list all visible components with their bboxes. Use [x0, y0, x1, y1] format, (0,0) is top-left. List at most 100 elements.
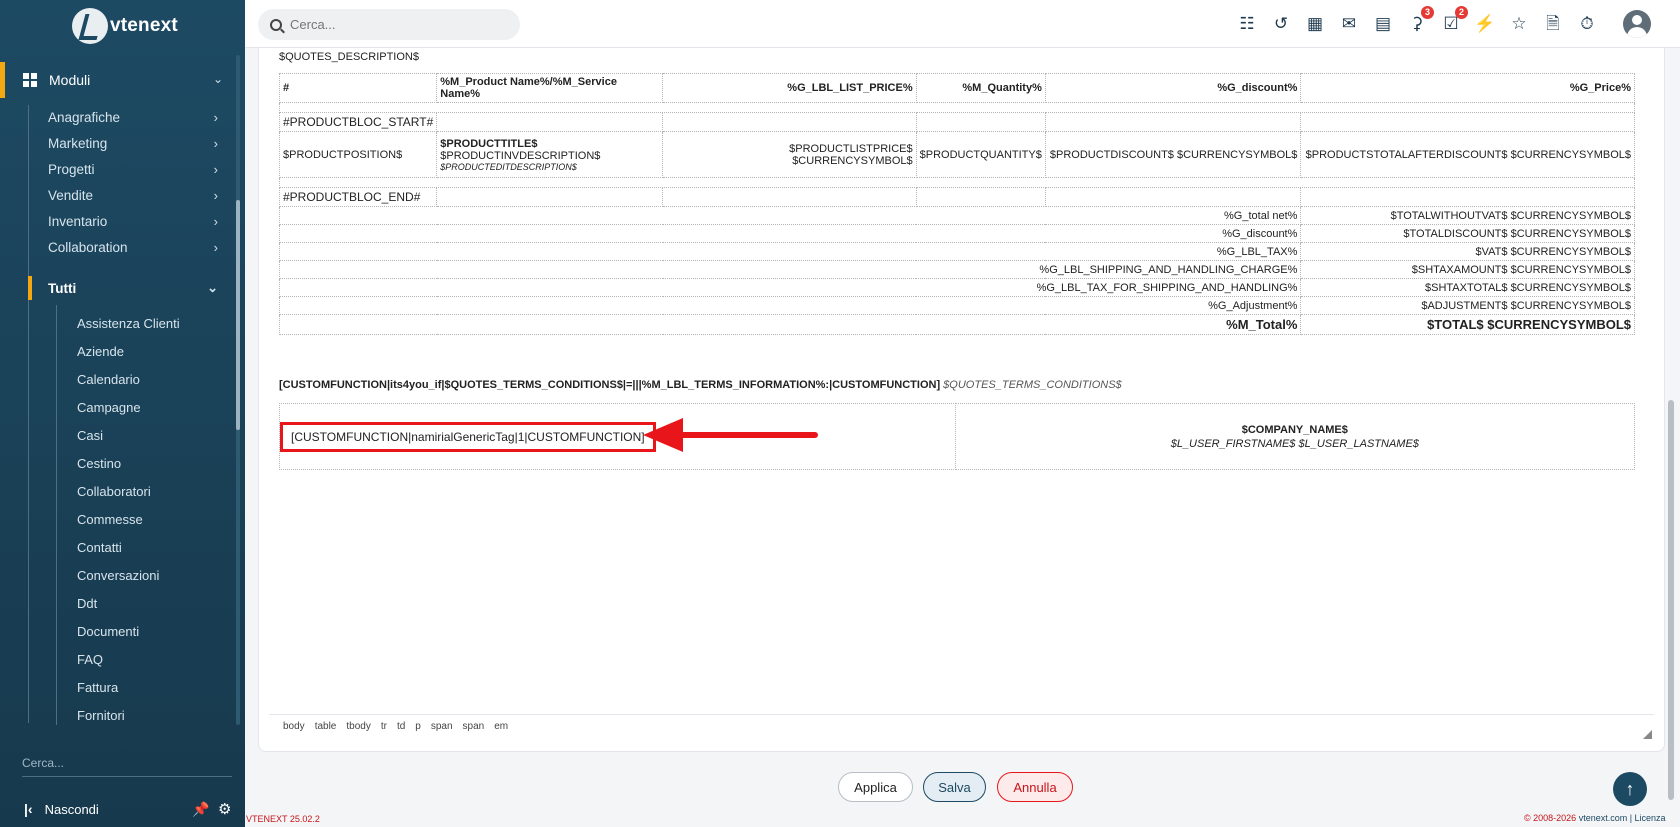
grand-total-value[interactable]: $TOTAL$ $CURRENCYSYMBOL$ [1300, 314, 1635, 335]
sidebar-scrollbar-thumb[interactable] [236, 200, 240, 430]
path-element[interactable]: em [494, 721, 508, 732]
product-total-cell[interactable]: $PRODUCTSTOTALAFTERDISCOUNT$ $CURRENCYSY… [1300, 131, 1635, 178]
sidebar-subitem[interactable]: Aziende [77, 340, 124, 362]
product-discount-cell[interactable]: $PRODUCTDISCOUNT$ $CURRENCYSYMBOL$ [1044, 131, 1302, 178]
path-element[interactable]: span [463, 721, 485, 732]
chat-icon[interactable]: ▤ [1372, 13, 1394, 35]
moduli-section-header[interactable]: Moduli ⌄ [0, 62, 245, 98]
total-label[interactable]: %G_LBL_TAX% [278, 242, 1302, 261]
grand-total-label[interactable]: %M_Total% [278, 314, 1302, 335]
signature-table[interactable]: [CUSTOMFUNCTION|namirialGenericTag|1|CUS… [279, 403, 1636, 470]
header-cell[interactable]: %G_discount% [1044, 73, 1302, 103]
sidebar-item-marketing[interactable]: Marketing › [48, 131, 218, 155]
sidebar-subitem[interactable]: Commesse [77, 508, 143, 530]
sitemap-icon[interactable]: ☷ [1236, 13, 1258, 35]
sidebar-subitem[interactable]: FAQ [77, 648, 103, 670]
terms-conditions-line[interactable]: [CUSTOMFUNCTION|its4you_if|$QUOTES_TERMS… [279, 379, 1122, 391]
path-element[interactable]: p [415, 721, 421, 732]
bloc-end-cell[interactable]: #PRODUCTBLOC_END# [278, 187, 438, 207]
template-editor[interactable]: $QUOTES_DESCRIPTION$ # %M_Product Name%/… [258, 48, 1665, 752]
sidebar-subitem[interactable]: Documenti [77, 620, 139, 642]
bloc-start-cell[interactable]: #PRODUCTBLOC_START# [278, 112, 438, 132]
collapse-sidebar-icon[interactable]: |‹ [24, 801, 33, 817]
scroll-to-top-icon[interactable]: ↑ [1613, 772, 1647, 806]
hide-sidebar-button[interactable]: Nascondi [45, 802, 99, 817]
sidebar-subitem[interactable]: Ddt [77, 592, 97, 614]
total-label[interactable]: %G_total net% [278, 206, 1302, 225]
total-value[interactable]: $VAT$ $CURRENCYSYMBOL$ [1300, 242, 1635, 261]
product-title-cell[interactable]: $PRODUCTTITLE$ $PRODUCTINVDESCRIPTION$ $… [436, 131, 664, 178]
total-label[interactable]: %G_discount% [278, 224, 1302, 243]
total-label[interactable]: %G_LBL_SHIPPING_AND_HANDLING_CHARGE% [278, 260, 1302, 279]
product-list-price-cell[interactable]: $PRODUCTLISTPRICE$ $CURRENCYSYMBOL$ [662, 131, 917, 178]
cancel-button[interactable]: Annulla [997, 772, 1073, 802]
custom-function-cell[interactable]: [CUSTOMFUNCTION|namirialGenericTag|1|CUS… [279, 403, 956, 470]
calendar-icon[interactable]: ▦ [1304, 13, 1326, 35]
path-element[interactable]: td [397, 721, 405, 732]
sidebar-item-vendite[interactable]: Vendite › [48, 183, 218, 207]
apply-button[interactable]: Applica [838, 772, 913, 802]
document-icon[interactable]: 🗎 [1542, 13, 1564, 35]
total-label[interactable]: %G_LBL_TAX_FOR_SHIPPING_AND_HANDLING% [278, 278, 1302, 297]
sidebar-subitem[interactable]: Contatti [77, 536, 122, 558]
sidebar-subitem[interactable]: Fattura [77, 676, 118, 698]
header-cell[interactable]: # [278, 73, 438, 103]
sidebar-item-progetti[interactable]: Progetti › [48, 157, 218, 181]
header-cell[interactable]: %M_Product Name%/%M_Service Name% [436, 73, 664, 103]
company-signature-cell[interactable]: $COMPANY_NAME$ $L_USER_FIRSTNAME$ $L_USE… [954, 403, 1636, 470]
page-scrollbar[interactable] [1668, 400, 1674, 800]
sidebar-subitem[interactable]: Fornitori [77, 704, 125, 726]
sidebar-item-collaboration[interactable]: Collaboration › [48, 235, 218, 259]
sidebar-search-input[interactable]: Cerca... [22, 756, 232, 777]
copyright-text: © 2008-2026 [1524, 813, 1577, 823]
todo-check-icon[interactable]: ☑ 2 [1440, 6, 1468, 35]
total-value[interactable]: $SHTAXTOTAL$ $CURRENCYSYMBOL$ [1300, 278, 1635, 297]
sidebar-subitem[interactable]: Collaboratori [77, 480, 151, 502]
sidebar-subitem[interactable]: Calendario [77, 368, 140, 390]
resize-handle-icon[interactable] [1643, 730, 1652, 739]
sidebar-subitem[interactable]: Campagne [77, 396, 141, 418]
search-input[interactable] [290, 17, 490, 32]
pin-icon[interactable]: 📌 [192, 801, 209, 818]
products-table[interactable]: # %M_Product Name%/%M_Service Name% %G_L… [278, 73, 1635, 335]
total-value[interactable]: $TOTALDISCOUNT$ $CURRENCYSYMBOL$ [1300, 224, 1635, 243]
highlighted-custom-function: [CUSTOMFUNCTION|namirialGenericTag|1|CUS… [280, 421, 656, 452]
header-cell[interactable]: %M_Quantity% [915, 73, 1046, 103]
path-element[interactable]: tbody [346, 721, 370, 732]
total-value[interactable]: $ADJUSTMENT$ $CURRENCYSYMBOL$ [1300, 296, 1635, 315]
logo-text: vtenext [110, 15, 178, 36]
path-element[interactable]: tr [381, 721, 387, 732]
sidebar-item-inventario[interactable]: Inventario › [48, 209, 218, 233]
sidebar-item-anagrafiche[interactable]: Anagrafiche › [48, 105, 218, 129]
notifications-bell-icon[interactable]: ⚳ 3 [1406, 6, 1434, 35]
star-icon[interactable]: ☆ [1508, 13, 1530, 35]
total-value[interactable]: $SHTAXAMOUNT$ $CURRENCYSYMBOL$ [1300, 260, 1635, 279]
mail-icon[interactable]: ✉ [1338, 13, 1360, 35]
path-element[interactable]: span [431, 721, 453, 732]
total-label[interactable]: %G_Adjustment% [278, 296, 1302, 315]
header-cell[interactable]: %G_Price% [1300, 73, 1635, 103]
path-element[interactable]: table [315, 721, 337, 732]
lightning-icon[interactable]: ⚡ [1474, 13, 1496, 35]
logo-icon [72, 8, 108, 44]
sidebar-subitem[interactable]: Casi [77, 424, 103, 446]
sidebar-subitem[interactable]: Assistenza Clienti [77, 312, 180, 334]
sidebar-item-tutti[interactable]: Tutti ⌄ [48, 276, 218, 300]
product-position-cell[interactable]: $PRODUCTPOSITION$ [278, 131, 438, 178]
spacer-row [279, 102, 1635, 113]
sidebar-subitem[interactable]: Conversazioni [77, 564, 159, 586]
product-quantity-cell[interactable]: $PRODUCTQUANTITY$ [915, 131, 1046, 178]
table-row: $PRODUCTPOSITION$ $PRODUCTTITLE$ $PRODUC… [278, 131, 1635, 178]
path-element[interactable]: body [283, 721, 305, 732]
timer-icon[interactable]: ⏱ [1576, 13, 1598, 35]
header-cell[interactable]: %G_LBL_LIST_PRICE% [662, 73, 917, 103]
global-search[interactable] [258, 9, 520, 40]
sidebar-subitem[interactable]: Cestino [77, 452, 121, 474]
save-button[interactable]: Salva [923, 772, 986, 802]
total-value[interactable]: $TOTALWITHOUTVAT$ $CURRENCYSYMBOL$ [1300, 206, 1635, 225]
vtenext-logo[interactable]: vtenext [72, 6, 178, 46]
license-link[interactable]: vtenext.com | Licenza [1579, 813, 1666, 823]
gear-icon[interactable]: ⚙ [218, 800, 231, 818]
user-avatar[interactable] [1623, 10, 1651, 38]
history-icon[interactable]: ↺ [1270, 13, 1292, 35]
